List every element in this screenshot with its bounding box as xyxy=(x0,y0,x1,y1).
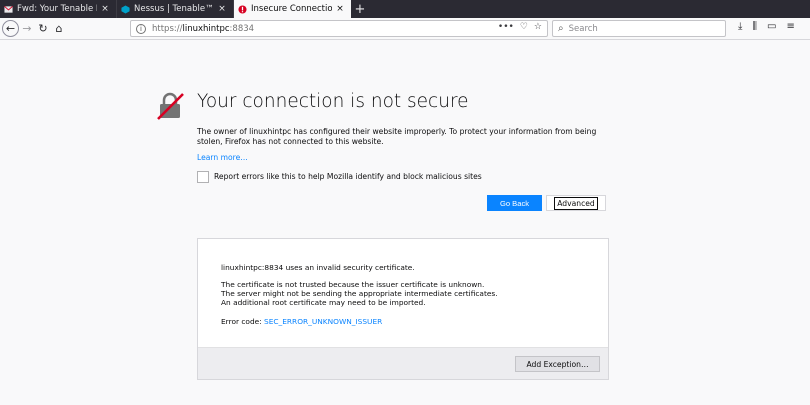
home-button[interactable]: ⌂ xyxy=(51,20,67,38)
search-bar[interactable]: ⌕ Search xyxy=(552,20,726,37)
arrow-right-icon: → xyxy=(22,22,32,35)
nav-bar: ← → ↻ ⌂ i https://linuxhintpc:8834 ••• ♡… xyxy=(0,18,810,40)
tab-fwd-email[interactable]: Fwd: Your Tenable Nessus × xyxy=(0,0,117,18)
certificate-details-panel: linuxhintpc:8834 uses an invalid securit… xyxy=(197,238,609,380)
downloads-icon[interactable]: ⤓ xyxy=(738,21,742,32)
learn-more-link[interactable]: Learn more… xyxy=(197,153,248,162)
tab-label: Fwd: Your Tenable Nessus xyxy=(17,4,97,14)
certificate-explanation: The certificate is not trusted because t… xyxy=(221,280,498,307)
search-icon: ⌕ xyxy=(558,23,564,34)
search-placeholder: Search xyxy=(568,23,598,34)
error-code-link[interactable]: SEC_ERROR_UNKNOWN_ISSUER xyxy=(264,317,382,326)
bookmark-star-icon[interactable]: ☆ xyxy=(534,22,542,32)
warning-icon xyxy=(238,4,247,14)
forward-button[interactable]: → xyxy=(19,20,35,38)
invalid-certificate-text: linuxhintpc:8834 uses an invalid securit… xyxy=(221,263,415,272)
error-code-prefix: Error code: xyxy=(221,317,265,326)
menu-icon[interactable]: ≡ xyxy=(786,21,794,32)
close-tab-icon[interactable]: × xyxy=(217,4,227,14)
error-code-line: Error code: SEC_ERROR_UNKNOWN_ISSUER xyxy=(221,317,382,326)
url-port: :8834 xyxy=(229,23,255,34)
sidebar-icon[interactable]: ▭ xyxy=(767,21,776,32)
reload-icon: ↻ xyxy=(38,22,48,35)
explanation-line: An additional root certificate may need … xyxy=(221,298,426,307)
report-errors-checkbox[interactable] xyxy=(197,171,209,183)
advanced-label: Advanced xyxy=(554,196,598,210)
close-tab-icon[interactable]: × xyxy=(100,4,110,14)
page-title: Your connection is not secure xyxy=(197,91,469,112)
pocket-icon[interactable]: ♡ xyxy=(520,22,528,32)
toolbar-icons: ⤓ ⫼ ▭ ≡ xyxy=(738,21,795,32)
tab-label: Insecure Connection xyxy=(251,4,332,14)
arrow-left-icon: ← xyxy=(5,22,16,35)
nessus-icon xyxy=(121,4,130,14)
url-host: linuxhintpc xyxy=(182,23,230,34)
tab-nessus[interactable]: Nessus | Tenable™ × xyxy=(117,0,234,18)
broken-lock-icon xyxy=(157,92,184,120)
go-back-button[interactable]: Go Back xyxy=(487,195,542,211)
home-icon: ⌂ xyxy=(55,22,63,35)
mail-icon xyxy=(4,5,13,13)
url-bar[interactable]: i https://linuxhintpc:8834 ••• ♡ ☆ xyxy=(130,20,548,37)
error-description: The owner of linuxhintpc has configured … xyxy=(197,127,597,146)
tab-insecure-connection[interactable]: Insecure Connection × xyxy=(234,0,351,18)
explanation-line: The certificate is not trusted because t… xyxy=(221,280,485,289)
url-protocol: https:// xyxy=(152,23,183,34)
report-errors-label: Report errors like this to help Mozilla … xyxy=(214,172,482,181)
reload-button[interactable]: ↻ xyxy=(35,20,51,38)
new-tab-button[interactable]: + xyxy=(351,0,369,18)
advanced-button[interactable]: Advanced xyxy=(546,195,606,211)
back-button[interactable]: ← xyxy=(2,20,19,37)
close-tab-icon[interactable]: × xyxy=(335,4,345,14)
add-exception-button[interactable]: Add Exception… xyxy=(515,356,600,372)
library-icon[interactable]: ⫼ xyxy=(752,21,757,32)
tab-bar: Fwd: Your Tenable Nessus × Nessus | Tena… xyxy=(0,0,810,18)
tab-label: Nessus | Tenable™ xyxy=(134,4,214,14)
page-actions-icon[interactable]: ••• xyxy=(498,22,514,32)
explanation-line: The server might not be sending the appr… xyxy=(221,289,498,298)
info-icon[interactable]: i xyxy=(136,23,146,34)
